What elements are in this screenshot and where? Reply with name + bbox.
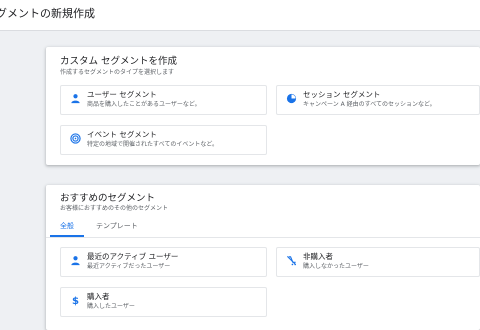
custom-segment-subtitle: 作成するセグメントのタイプを選択します xyxy=(60,69,175,76)
event-segment-desc: 特定の地域で開催されたすべてのイベントなど。 xyxy=(87,141,219,148)
non-purchasers-tile[interactable]: 非購入者 購入しなかったユーザー xyxy=(276,247,480,277)
recent-active-users-label: 最近のアクティブ ユーザー xyxy=(87,252,179,261)
svg-text:$: $ xyxy=(72,296,79,306)
custom-segment-title: カスタム セグメントを作成 xyxy=(60,56,178,67)
user-segment-label: ユーザー セグメント xyxy=(87,90,157,99)
recent-active-users-tile[interactable]: 最近のアクティブ ユーザー 最近アクティブだったユーザー xyxy=(60,247,267,277)
tab-general[interactable]: 全般 xyxy=(60,221,74,231)
suggested-tabs: 全般 テンプレート xyxy=(46,217,480,238)
page-title: グメントの新規作成 xyxy=(0,7,95,20)
event-segment-tile[interactable]: イベント セグメント 特定の地域で開催されたすべてのイベントなど。 xyxy=(60,125,267,155)
tab-templates[interactable]: テンプレート xyxy=(96,221,138,231)
person-icon xyxy=(70,93,81,104)
purchasers-label: 購入者 xyxy=(87,292,110,301)
user-segment-desc: 商品を購入したことがあるユーザーなど。 xyxy=(87,101,201,108)
person-icon xyxy=(70,255,81,266)
suggested-segment-title: おすすめのセグメント xyxy=(60,193,156,204)
session-segment-tile[interactable]: セッション セグメント キャンペーン A 経由のすべてのセッションなど。 xyxy=(276,85,480,115)
event-icon xyxy=(70,133,81,144)
recent-active-users-desc: 最近アクティブだったユーザー xyxy=(87,263,171,270)
purchasers-desc: 購入したユーザー xyxy=(87,303,135,310)
session-icon xyxy=(286,93,297,104)
event-segment-label: イベント セグメント xyxy=(87,130,157,139)
non-purchasers-label: 非購入者 xyxy=(303,252,333,261)
suggested-segment-card: おすすめのセグメント お客様におすすめのその他のセグメント 全般 テンプレート … xyxy=(46,185,480,330)
session-segment-label: セッション セグメント xyxy=(303,90,381,99)
active-tab-indicator xyxy=(50,235,84,237)
dollar-icon: $ xyxy=(70,295,81,306)
session-segment-desc: キャンペーン A 経由のすべてのセッションなど。 xyxy=(303,101,436,108)
top-bar: グメントの新規作成 xyxy=(0,0,480,31)
custom-segment-card: カスタム セグメントを作成 作成するセグメントのタイプを選択します ユーザー セ… xyxy=(46,47,480,165)
no-purchase-icon xyxy=(286,255,297,266)
purchasers-tile[interactable]: $ 購入者 購入したユーザー xyxy=(60,287,267,317)
user-segment-tile[interactable]: ユーザー セグメント 商品を購入したことがあるユーザーなど。 xyxy=(60,85,267,115)
suggested-segment-subtitle: お客様におすすめのその他のセグメント xyxy=(60,205,169,212)
non-purchasers-desc: 購入しなかったユーザー xyxy=(303,263,369,270)
